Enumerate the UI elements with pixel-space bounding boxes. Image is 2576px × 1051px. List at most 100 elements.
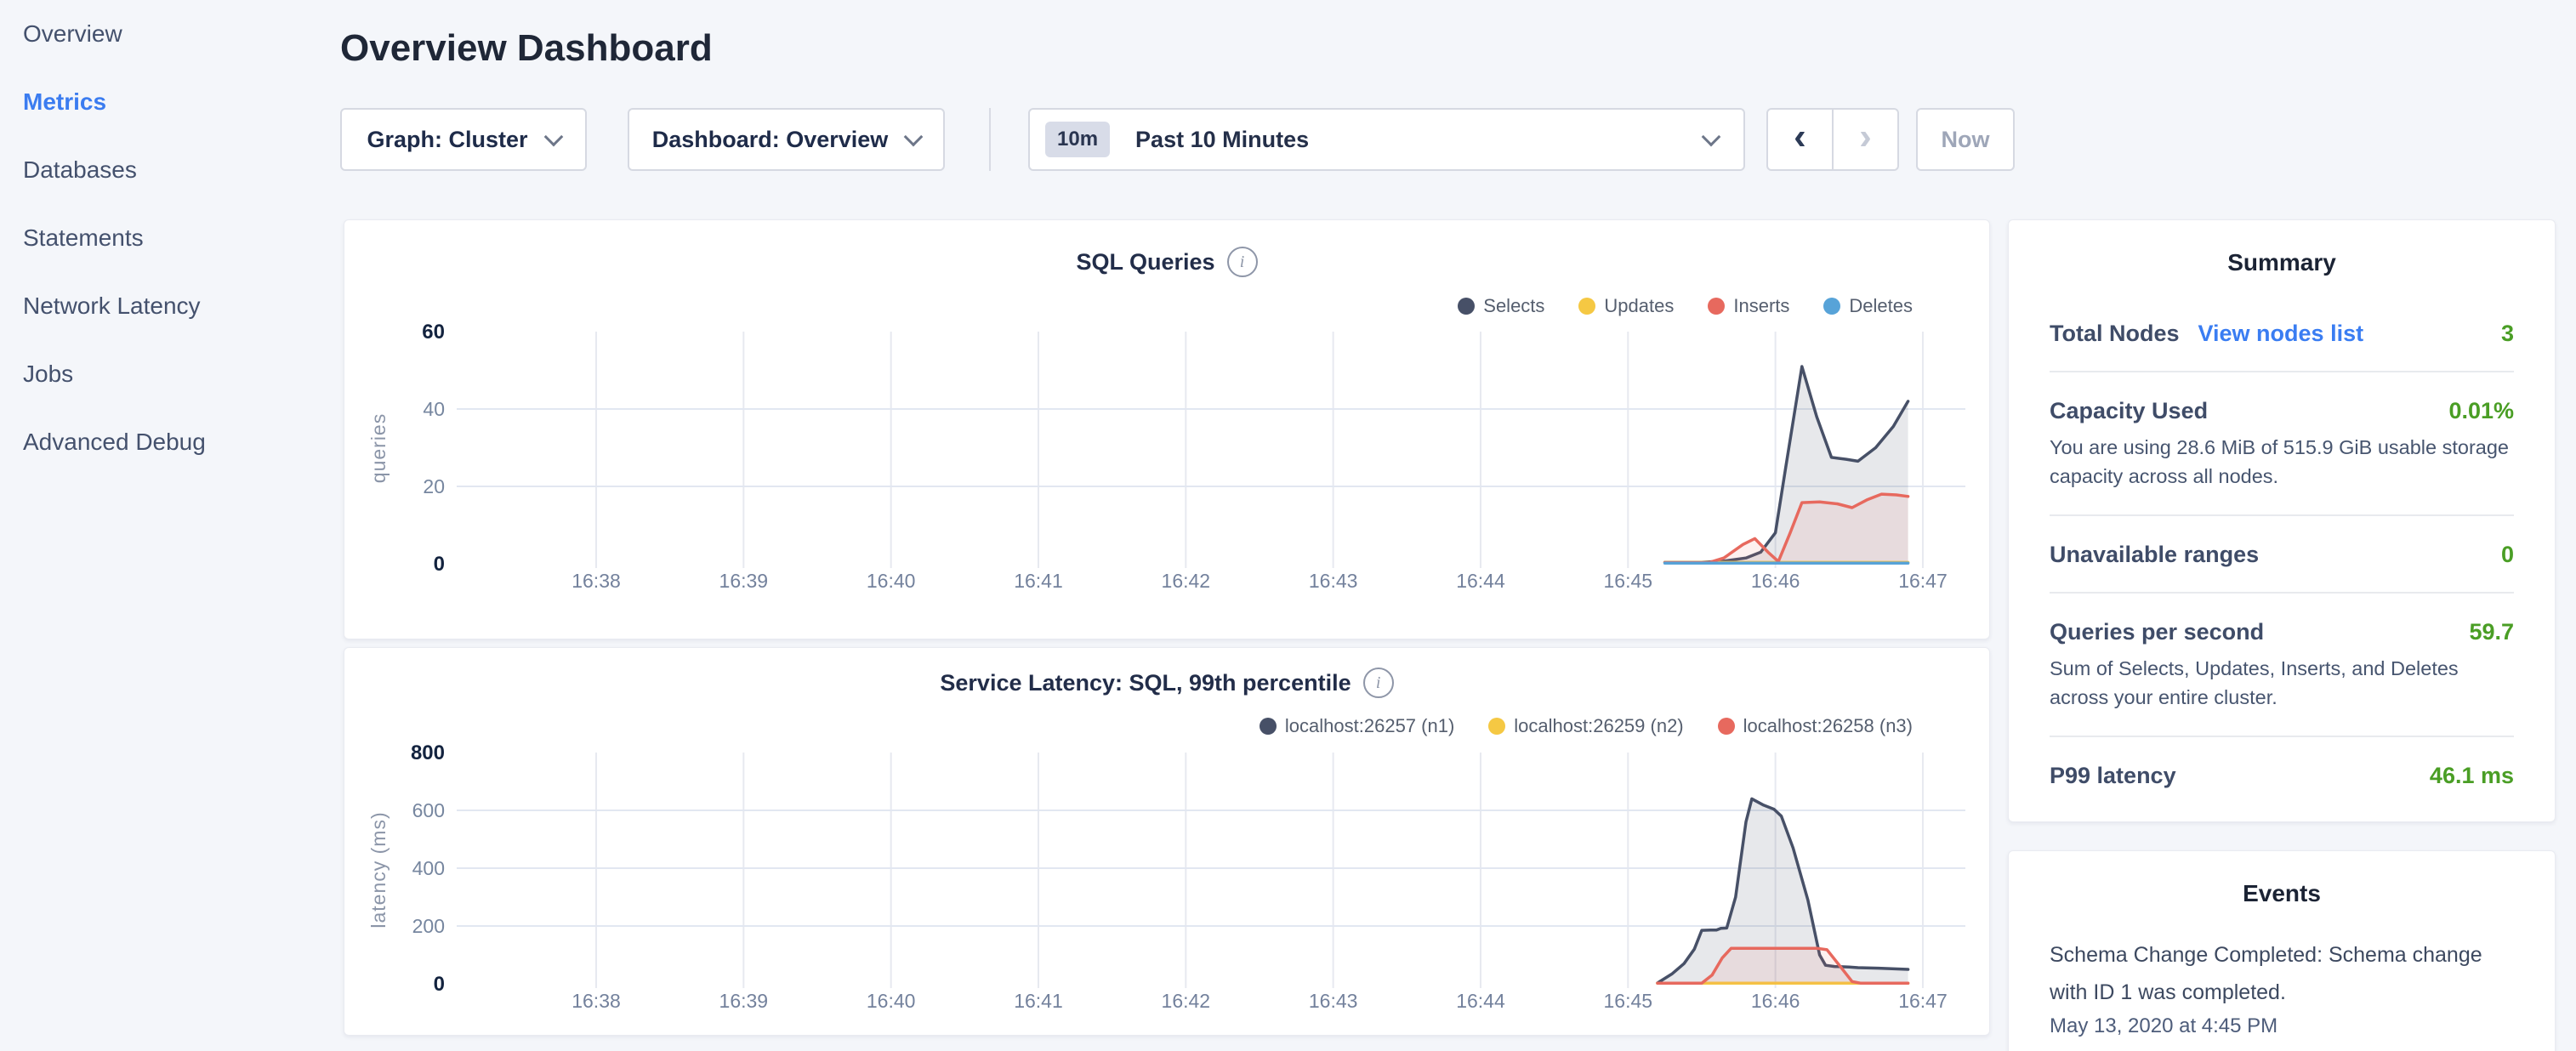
- chart-title-text: Service Latency: SQL, 99th percentile: [940, 670, 1351, 696]
- legend-label: Updates: [1604, 295, 1674, 317]
- legend-dot-icon: [1823, 298, 1840, 315]
- next-time-button[interactable]: ›: [1834, 110, 1897, 169]
- summary-row-description: You are using 28.6 MiB of 515.9 GiB usab…: [2050, 433, 2514, 491]
- sql-queries-svg: 16:3816:3916:4016:4116:4216:4316:4416:45…: [344, 220, 1991, 640]
- time-pager: ‹ ›: [1766, 108, 1899, 171]
- summary-row-description: Sum of Selects, Updates, Inserts, and De…: [2050, 654, 2514, 712]
- now-button[interactable]: Now: [1916, 108, 2015, 171]
- sidebar-item-metrics[interactable]: Metrics: [23, 68, 312, 136]
- sidebar-item-advanced-debug[interactable]: Advanced Debug: [23, 408, 312, 476]
- legend-dot-icon: [1708, 298, 1725, 315]
- legend-dot-icon: [1718, 718, 1735, 735]
- svg-text:16:43: 16:43: [1309, 570, 1358, 592]
- summary-row: Unavailable ranges0: [2050, 542, 2514, 568]
- summary-row-value: 46.1 ms: [2430, 763, 2514, 789]
- sql-queries-chart-card: SQL Queries i Selects Updates Inserts Delet…: [344, 219, 1990, 639]
- svg-text:16:45: 16:45: [1604, 570, 1653, 592]
- svg-text:800: 800: [411, 741, 445, 764]
- svg-text:16:45: 16:45: [1604, 990, 1653, 1012]
- chart-plot-area: 16:3816:3916:4016:4116:4216:4316:4416:45…: [344, 648, 1989, 1041]
- sidebar-item-network-latency[interactable]: Network Latency: [23, 272, 312, 340]
- sidebar-item-overview[interactable]: Overview: [23, 0, 312, 68]
- legend-item-inserts[interactable]: Inserts: [1708, 295, 1789, 317]
- summary-row: Queries per second 59.7: [2050, 619, 2514, 645]
- legend-item-updates[interactable]: Updates: [1578, 295, 1674, 317]
- legend-item-localhost-26259-n2-[interactable]: localhost:26259 (n2): [1488, 715, 1683, 737]
- svg-text:16:38: 16:38: [571, 570, 621, 592]
- svg-text:400: 400: [412, 857, 445, 879]
- summary-row-value: 0: [2501, 542, 2514, 568]
- summary-row: Total NodesView nodes list3: [2050, 321, 2514, 347]
- service-latency-chart-card: Service Latency: SQL, 99th percentile i …: [344, 647, 1990, 1036]
- legend-item-localhost-26258-n3-[interactable]: localhost:26258 (n3): [1718, 715, 1913, 737]
- legend-dot-icon: [1488, 718, 1505, 735]
- legend-item-selects[interactable]: Selects: [1458, 295, 1544, 317]
- event-timestamp: May 13, 2020 at 4:45 PM: [2050, 1014, 2514, 1038]
- time-range-label: Past 10 Minutes: [1135, 127, 1704, 153]
- event-item[interactable]: Schema Change Completed: Schema change w…: [2050, 936, 2514, 1038]
- svg-text:0: 0: [434, 973, 445, 996]
- divider: [2050, 514, 2514, 516]
- chevron-down-icon: [543, 128, 563, 147]
- svg-text:16:47: 16:47: [1898, 990, 1948, 1012]
- legend-item-localhost-26257-n1-[interactable]: localhost:26257 (n1): [1260, 715, 1454, 737]
- sidebar-item-databases[interactable]: Databases: [23, 136, 312, 204]
- summary-row-label: P99 latency: [2050, 763, 2176, 789]
- graph-dropdown[interactable]: Graph: Cluster: [340, 108, 587, 171]
- event-items: Schema Change Completed: Schema change w…: [2050, 936, 2514, 1038]
- sidebar-item-jobs[interactable]: Jobs: [23, 340, 312, 408]
- controls-divider: [989, 108, 991, 171]
- svg-text:16:38: 16:38: [571, 990, 621, 1012]
- chart-title: Service Latency: SQL, 99th percentile i: [344, 668, 1989, 698]
- svg-text:latency (ms): latency (ms): [367, 811, 390, 928]
- events-panel: Events Schema Change Completed: Schema c…: [2008, 850, 2556, 1051]
- summary-row-label: Queries per second: [2050, 619, 2264, 645]
- svg-text:40: 40: [423, 398, 445, 420]
- summary-row: Capacity Used 0.01%: [2050, 398, 2514, 424]
- chart-legend: Selects Updates Inserts Deletes: [1458, 295, 1913, 317]
- svg-text:16:44: 16:44: [1456, 570, 1505, 592]
- page-title: Overview Dashboard: [340, 27, 713, 70]
- sidebar-item-statements[interactable]: Statements: [23, 204, 312, 272]
- chevron-down-icon: [1702, 128, 1721, 147]
- info-icon[interactable]: i: [1363, 668, 1394, 698]
- dashboard-dropdown[interactable]: Dashboard: Overview: [628, 108, 945, 171]
- summary-row-value: 0.01%: [2448, 398, 2514, 424]
- divider: [2050, 736, 2514, 737]
- legend-label: Inserts: [1733, 295, 1789, 317]
- info-icon[interactable]: i: [1227, 247, 1258, 277]
- events-heading: Events: [2050, 880, 2514, 907]
- summary-row-label: Capacity Used: [2050, 398, 2208, 424]
- event-text: Schema Change Completed: Schema change w…: [2050, 936, 2514, 1011]
- view-nodes-list-link[interactable]: View nodes list: [2198, 321, 2364, 347]
- dashboard-dropdown-label: Dashboard: Overview: [652, 127, 889, 153]
- chart-plot-area: 16:3816:3916:4016:4116:4216:4316:4416:45…: [344, 220, 1989, 645]
- svg-text:queries: queries: [367, 413, 390, 483]
- divider: [2050, 592, 2514, 594]
- svg-text:16:46: 16:46: [1751, 570, 1800, 592]
- divider: [2050, 371, 2514, 372]
- time-range-badge: 10m: [1045, 122, 1110, 157]
- legend-label: localhost:26258 (n3): [1743, 715, 1913, 737]
- svg-text:16:40: 16:40: [867, 990, 916, 1012]
- time-range-selector[interactable]: 10m Past 10 Minutes: [1028, 108, 1745, 171]
- legend-label: Selects: [1483, 295, 1544, 317]
- legend-dot-icon: [1260, 718, 1277, 735]
- svg-text:16:42: 16:42: [1162, 570, 1211, 592]
- svg-text:16:39: 16:39: [719, 570, 769, 592]
- svg-text:0: 0: [434, 553, 445, 576]
- legend-label: localhost:26259 (n2): [1514, 715, 1683, 737]
- svg-text:16:47: 16:47: [1898, 570, 1948, 592]
- legend-label: Deletes: [1849, 295, 1913, 317]
- chart-title: SQL Queries i: [344, 247, 1989, 277]
- svg-text:16:43: 16:43: [1309, 990, 1358, 1012]
- service-latency-svg: 16:3816:3916:4016:4116:4216:4316:4416:45…: [344, 648, 1991, 1037]
- prev-time-button[interactable]: ‹: [1768, 110, 1834, 169]
- summary-row-label: Total Nodes: [2050, 321, 2180, 347]
- chart-title-text: SQL Queries: [1076, 249, 1214, 276]
- summary-row-value: 59.7: [2469, 619, 2514, 645]
- legend-label: localhost:26257 (n1): [1285, 715, 1454, 737]
- legend-item-deletes[interactable]: Deletes: [1823, 295, 1913, 317]
- svg-text:20: 20: [423, 475, 445, 497]
- chart-legend: localhost:26257 (n1) localhost:26259 (n2)…: [1260, 715, 1913, 737]
